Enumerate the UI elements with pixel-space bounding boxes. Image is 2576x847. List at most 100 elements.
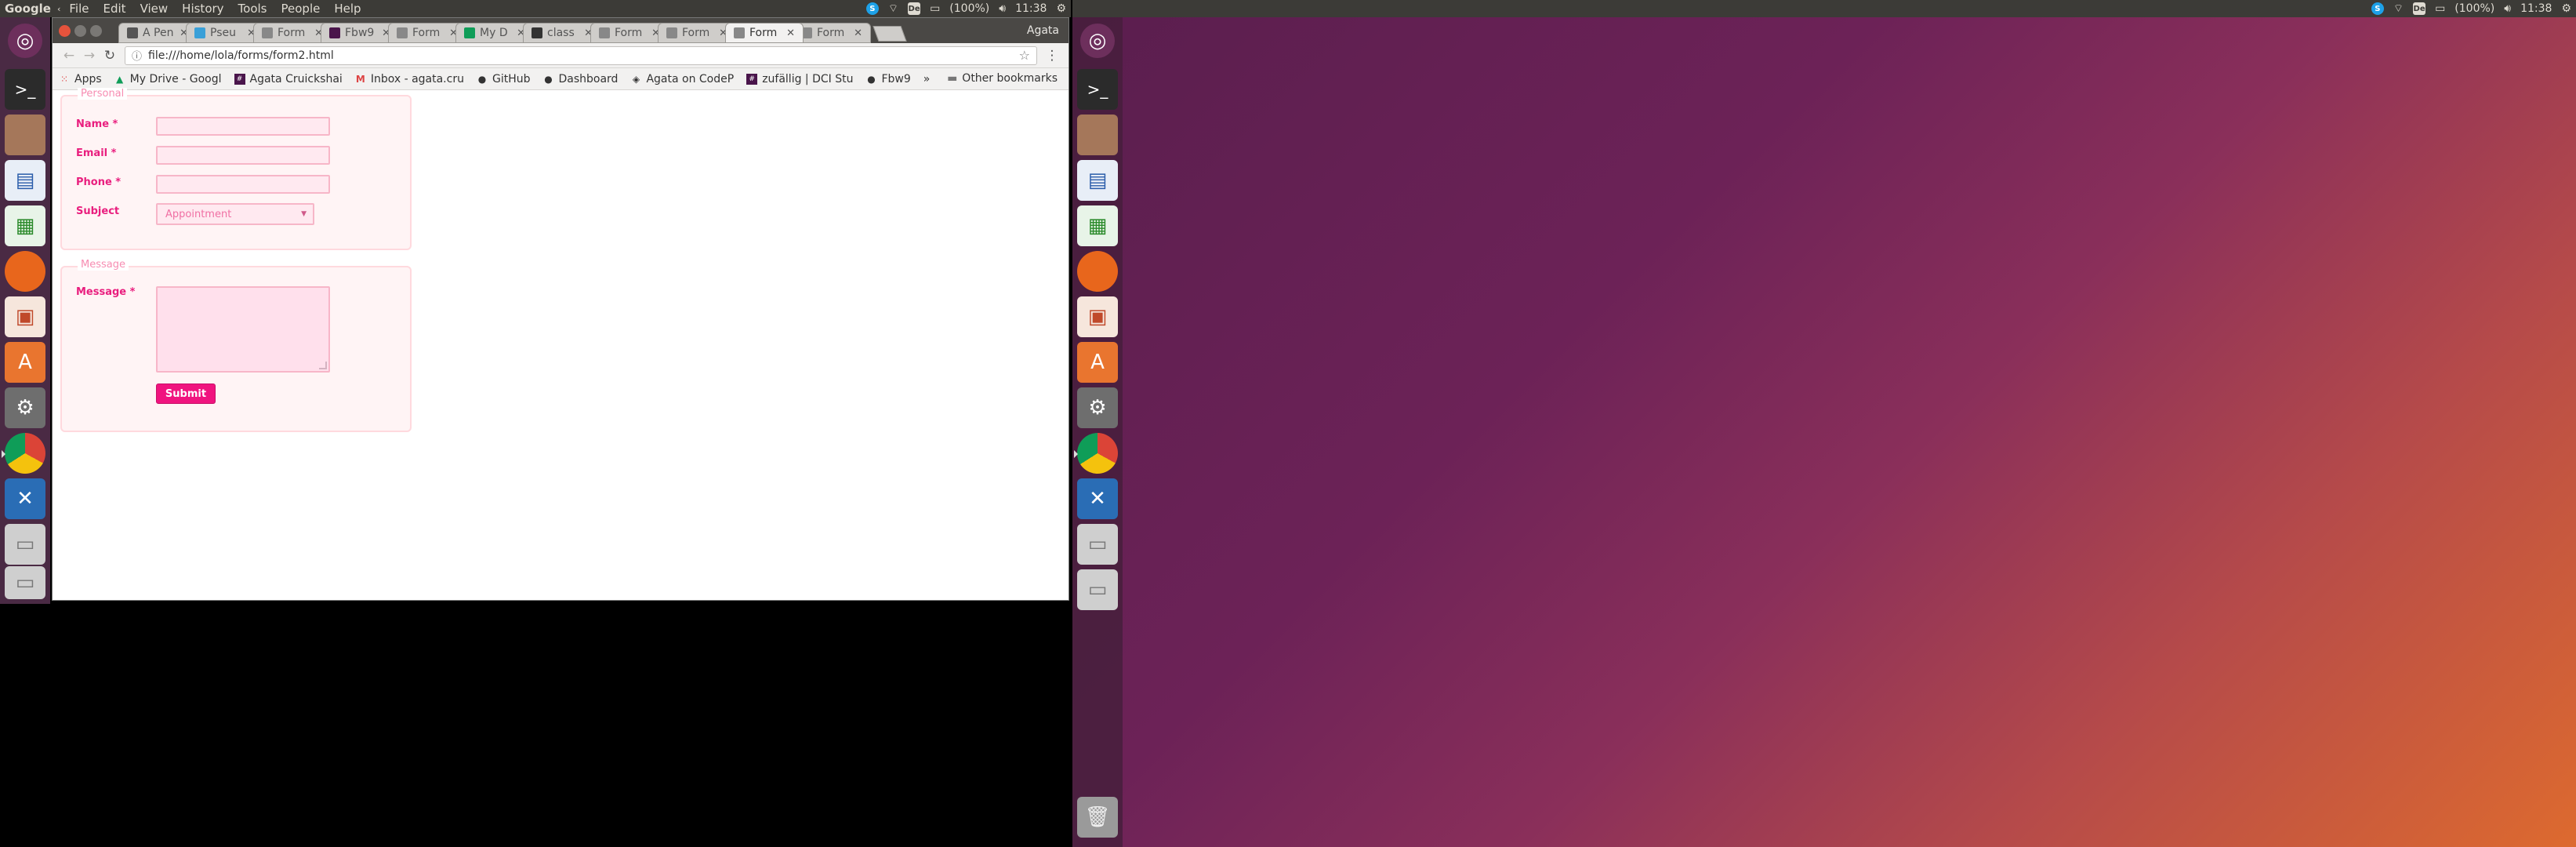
kebab-menu-icon[interactable]: ⋮ [1042, 45, 1062, 66]
info-icon[interactable]: ⓘ [132, 48, 142, 63]
bookmark-dashboard[interactable]: ● Dashboard [542, 73, 618, 85]
menu-tools[interactable]: Tools [231, 2, 274, 16]
submit-button[interactable]: Submit [156, 384, 216, 404]
bookmark-inbox[interactable]: M Inbox - agata.cru [355, 73, 464, 85]
chrome-icon[interactable] [1074, 433, 1118, 474]
address-bar[interactable]: ⓘ file:///home/lola/forms/form2.html ☆ [125, 45, 1037, 65]
top-panel-right: S ⌔ De ▭ (100%) 🔊︎ 11:38 ⚙ [1072, 0, 2576, 17]
email-input[interactable] [156, 146, 330, 165]
close-window-button[interactable] [59, 25, 71, 37]
subject-select[interactable]: Appointment ▼ [156, 203, 314, 225]
firefox-icon[interactable] [5, 251, 45, 292]
bookmark-label: Apps [74, 72, 102, 85]
tab-favicon-icon [599, 27, 610, 38]
menu-view[interactable]: View [133, 2, 176, 16]
browser-tab[interactable]: Form ✕ [590, 23, 669, 43]
software-center-icon[interactable]: A [5, 342, 45, 383]
browser-tab[interactable]: A Pen ✕ [118, 23, 197, 43]
bookmark-zufaellig[interactable]: # zufällig | DCI Stu [746, 73, 853, 85]
bookmark-apps[interactable]: ⁙ Apps [59, 73, 102, 85]
new-tab-button[interactable] [873, 26, 907, 42]
browser-tab[interactable]: Pseu ✕ [186, 23, 264, 43]
gear-icon[interactable]: ⚙ [1056, 2, 1066, 15]
terminal-icon[interactable]: >_ [5, 69, 45, 110]
bookmark-drive[interactable]: ▲ My Drive - Googl [114, 73, 221, 85]
close-icon[interactable]: ✕ [786, 27, 795, 39]
skype-icon[interactable]: S [2371, 2, 2384, 15]
browser-tab[interactable]: Form ✕ [658, 23, 736, 43]
other-bookmarks[interactable]: ▬ Other bookmarks [947, 72, 1058, 85]
settings-icon[interactable]: ⚙ [1077, 387, 1118, 428]
vscode-icon[interactable]: ✕ [5, 478, 45, 519]
phone-label: Phone * [76, 176, 122, 188]
wifi-icon[interactable]: ⌔ [888, 2, 898, 16]
bookmark-fbw9[interactable]: ● Fbw9 [865, 73, 911, 85]
browser-tab[interactable]: My D ✕ [455, 23, 534, 43]
menu-people[interactable]: People [274, 2, 328, 16]
chrome-icon[interactable] [2, 433, 45, 474]
minimize-window-button[interactable] [74, 25, 86, 37]
trash-icon[interactable]: 🗑︎ [1077, 797, 1118, 838]
skype-icon[interactable]: S [865, 2, 879, 15]
menu-help[interactable]: Help [327, 2, 368, 16]
writer-icon[interactable]: ▤ [5, 160, 45, 201]
subject-label: Subject [76, 205, 120, 217]
ubuntu-logo-icon[interactable]: ◎ [8, 24, 42, 58]
drive-icon[interactable]: ▭ [5, 524, 45, 565]
profile-name[interactable]: Agata [1027, 24, 1059, 37]
calc-icon[interactable]: ▦ [1077, 205, 1118, 246]
writer-icon[interactable]: ▤ [1077, 160, 1118, 201]
clock[interactable]: 11:38 [2520, 2, 2552, 15]
name-input[interactable] [156, 117, 330, 136]
message-textarea[interactable] [156, 286, 330, 373]
drive-icon[interactable]: ▭ [1077, 524, 1118, 565]
impress-icon[interactable]: ▣ [1077, 296, 1118, 337]
ubuntu-logo-icon[interactable]: ◎ [1080, 24, 1115, 58]
browser-tab[interactable]: Form ✕ [793, 23, 871, 43]
drive-2-icon[interactable]: ▭ [5, 566, 45, 599]
keyboard-layout-icon[interactable]: De [908, 2, 921, 15]
menu-file[interactable]: File [62, 2, 96, 16]
volume-icon[interactable]: 🔊︎ [2504, 2, 2511, 15]
software-center-icon[interactable]: A [1077, 342, 1118, 383]
drive-2-icon[interactable]: ▭ [1077, 569, 1118, 610]
bookmark-github[interactable]: ● GitHub [477, 73, 531, 85]
back-arrow-icon[interactable]: ← [59, 45, 79, 66]
url-text[interactable]: file:///home/lola/forms/form2.html [148, 49, 1019, 62]
bookmark-agata[interactable]: # Agata Cruickshai [234, 73, 343, 85]
firefox-icon[interactable] [1077, 251, 1118, 292]
menu-history[interactable]: History [175, 2, 230, 16]
tab-strip: A Pen ✕ Pseu ✕ Form ✕ Fbw9 ✕ Form ✕ My D ✕ class ✕ For… [118, 23, 907, 43]
browser-tab[interactable]: Form ✕ [388, 23, 466, 43]
tab-favicon-icon [532, 27, 542, 38]
calc-icon[interactable]: ▦ [5, 205, 45, 246]
battery-icon[interactable]: ▭ [2435, 2, 2445, 15]
files-icon[interactable] [5, 115, 45, 155]
settings-icon[interactable]: ⚙ [5, 387, 45, 428]
browser-tab[interactable]: Form ✕ [253, 23, 332, 43]
phone-input[interactable] [156, 175, 330, 194]
close-icon[interactable]: ✕ [854, 27, 862, 39]
impress-icon[interactable]: ▣ [5, 296, 45, 337]
terminal-icon[interactable]: >_ [1077, 69, 1118, 110]
wifi-icon[interactable]: ⌔ [2393, 2, 2404, 16]
keyboard-layout-icon[interactable]: De [2413, 2, 2426, 15]
reload-icon[interactable]: ↻ [100, 45, 120, 66]
browser-tab[interactable]: Form ✕ [725, 23, 804, 43]
slack-icon: # [746, 73, 758, 85]
browser-tab[interactable]: class ✕ [523, 23, 601, 43]
battery-icon[interactable]: ▭ [930, 2, 940, 15]
forward-arrow-icon[interactable]: → [79, 45, 100, 66]
files-icon[interactable] [1077, 115, 1118, 155]
volume-icon[interactable]: 🔊︎ [999, 2, 1006, 15]
bookmarks-overflow[interactable]: » [923, 73, 931, 85]
tab-title: Form [749, 27, 778, 39]
star-icon[interactable]: ☆ [1019, 48, 1030, 63]
bookmark-codepen[interactable]: ◈ Agata on CodeP [630, 73, 734, 85]
browser-tab[interactable]: Fbw9 ✕ [321, 23, 399, 43]
maximize-window-button[interactable] [90, 25, 102, 37]
clock[interactable]: 11:38 [1015, 2, 1047, 15]
vscode-icon[interactable]: ✕ [1077, 478, 1118, 519]
menu-edit[interactable]: Edit [96, 2, 133, 16]
gear-icon[interactable]: ⚙ [2561, 2, 2571, 15]
